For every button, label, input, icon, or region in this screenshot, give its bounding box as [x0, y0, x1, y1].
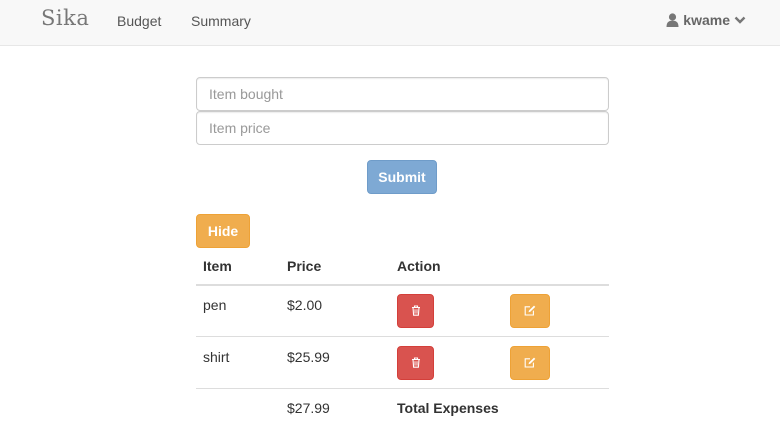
edit-button[interactable]: [510, 346, 550, 380]
header-divider: [196, 284, 609, 286]
edit-icon: [524, 303, 536, 319]
column-header-price: Price: [287, 258, 322, 274]
row-divider: [196, 336, 609, 337]
row-price: $25.99: [287, 349, 330, 365]
edit-button[interactable]: [510, 294, 550, 328]
hide-button[interactable]: Hide: [196, 214, 250, 248]
total-expenses-label: Total Expenses: [397, 400, 499, 416]
column-header-item: Item: [203, 258, 232, 274]
navbar: Sika Budget Summary kwame: [0, 0, 780, 46]
row-price: $2.00: [287, 297, 323, 313]
row-divider: [196, 388, 609, 389]
trash-icon: [411, 355, 421, 371]
chevron-down-icon: [734, 15, 746, 25]
brand-logo[interactable]: Sika: [41, 6, 89, 30]
row-item: pen: [203, 297, 227, 313]
trash-icon: [411, 303, 421, 319]
delete-button[interactable]: [397, 294, 434, 328]
nav-link-summary[interactable]: Summary: [191, 13, 251, 29]
item-price-input[interactable]: [196, 111, 609, 145]
column-header-action: Action: [397, 258, 441, 274]
nav-link-budget[interactable]: Budget: [117, 13, 161, 29]
delete-button[interactable]: [397, 346, 434, 380]
edit-icon: [524, 355, 536, 371]
total-price: $27.99: [287, 400, 330, 416]
item-bought-input[interactable]: [196, 77, 609, 111]
user-name: kwame: [683, 12, 730, 28]
submit-button[interactable]: Submit: [367, 160, 437, 194]
user-icon: [666, 13, 679, 27]
user-menu[interactable]: kwame: [666, 12, 746, 28]
row-item: shirt: [203, 349, 230, 365]
